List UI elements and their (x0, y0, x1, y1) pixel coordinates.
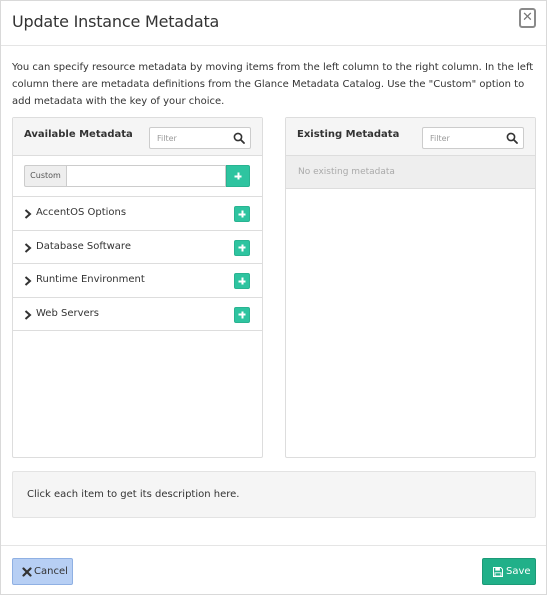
close-icon: ✕ (522, 10, 533, 25)
plus-icon (234, 172, 242, 180)
available-metadata-heading: Available Metadata (13, 118, 262, 156)
existing-filter-input[interactable] (423, 128, 501, 148)
times-icon (22, 567, 32, 577)
list-item[interactable]: Database Software (13, 231, 262, 264)
plus-icon (238, 311, 246, 318)
list-item-label: AccentOS Options (36, 207, 127, 218)
add-custom-button[interactable] (226, 165, 250, 187)
chevron-right-icon (24, 242, 32, 253)
existing-metadata-title: Existing Metadata (297, 129, 400, 140)
available-filter (149, 127, 251, 149)
empty-metadata-row: No existing metadata (286, 156, 535, 189)
cancel-button-label: Cancel (34, 566, 68, 577)
plus-icon (238, 210, 246, 218)
add-item-button[interactable] (234, 306, 250, 323)
existing-metadata-heading: Existing Metadata (286, 118, 535, 156)
description-well: Click each item to get its description h… (12, 471, 536, 518)
chevron-right-icon (24, 276, 32, 286)
custom-metadata-row: Custom (24, 165, 250, 187)
list-item[interactable]: Runtime Environment (13, 264, 262, 298)
existing-filter (422, 127, 524, 149)
chevron-right-icon (24, 209, 32, 219)
custom-key-input[interactable] (66, 165, 226, 187)
list-item-label: Web Servers (36, 307, 99, 319)
save-button-label: Save (506, 566, 531, 577)
search-icon[interactable] (506, 132, 518, 144)
list-item[interactable]: Web Servers (13, 298, 262, 331)
plus-icon (238, 244, 246, 251)
chevron-right-icon (24, 309, 32, 320)
dialog-title: Update Instance Metadata (12, 12, 220, 31)
available-metadata-title: Available Metadata (24, 129, 133, 140)
dialog-footer: Cancel Save (1, 545, 546, 595)
floppy-disk-icon (493, 567, 503, 577)
close-button[interactable]: ✕ (519, 8, 536, 28)
add-item-button[interactable] (234, 206, 250, 222)
dialog-description: You can specify resource metadata by mov… (12, 62, 534, 107)
list-item-label: Runtime Environment (36, 274, 145, 285)
add-item-button[interactable] (234, 273, 250, 289)
existing-metadata-panel: Existing Metadata No existing metadata (285, 117, 536, 458)
list-item[interactable]: AccentOS Options (13, 197, 262, 231)
cancel-button[interactable]: Cancel (12, 558, 73, 585)
empty-metadata-text: No existing metadata (298, 167, 395, 177)
description-text: Click each item to get its description h… (27, 489, 240, 500)
available-filter-input[interactable] (150, 128, 228, 148)
available-metadata-panel: Available Metadata Custom AccentOS (12, 117, 263, 458)
list-item-label: Database Software (36, 240, 131, 252)
plus-icon (238, 277, 246, 285)
search-icon[interactable] (233, 132, 245, 144)
custom-label: Custom (24, 165, 66, 187)
save-button[interactable]: Save (482, 558, 536, 585)
available-metadata-list: AccentOS Options Database Software Runti (13, 196, 262, 331)
add-item-button[interactable] (234, 239, 250, 256)
update-metadata-dialog: Update Instance Metadata ✕ You can speci… (0, 0, 547, 595)
dialog-header: Update Instance Metadata ✕ (1, 1, 546, 46)
